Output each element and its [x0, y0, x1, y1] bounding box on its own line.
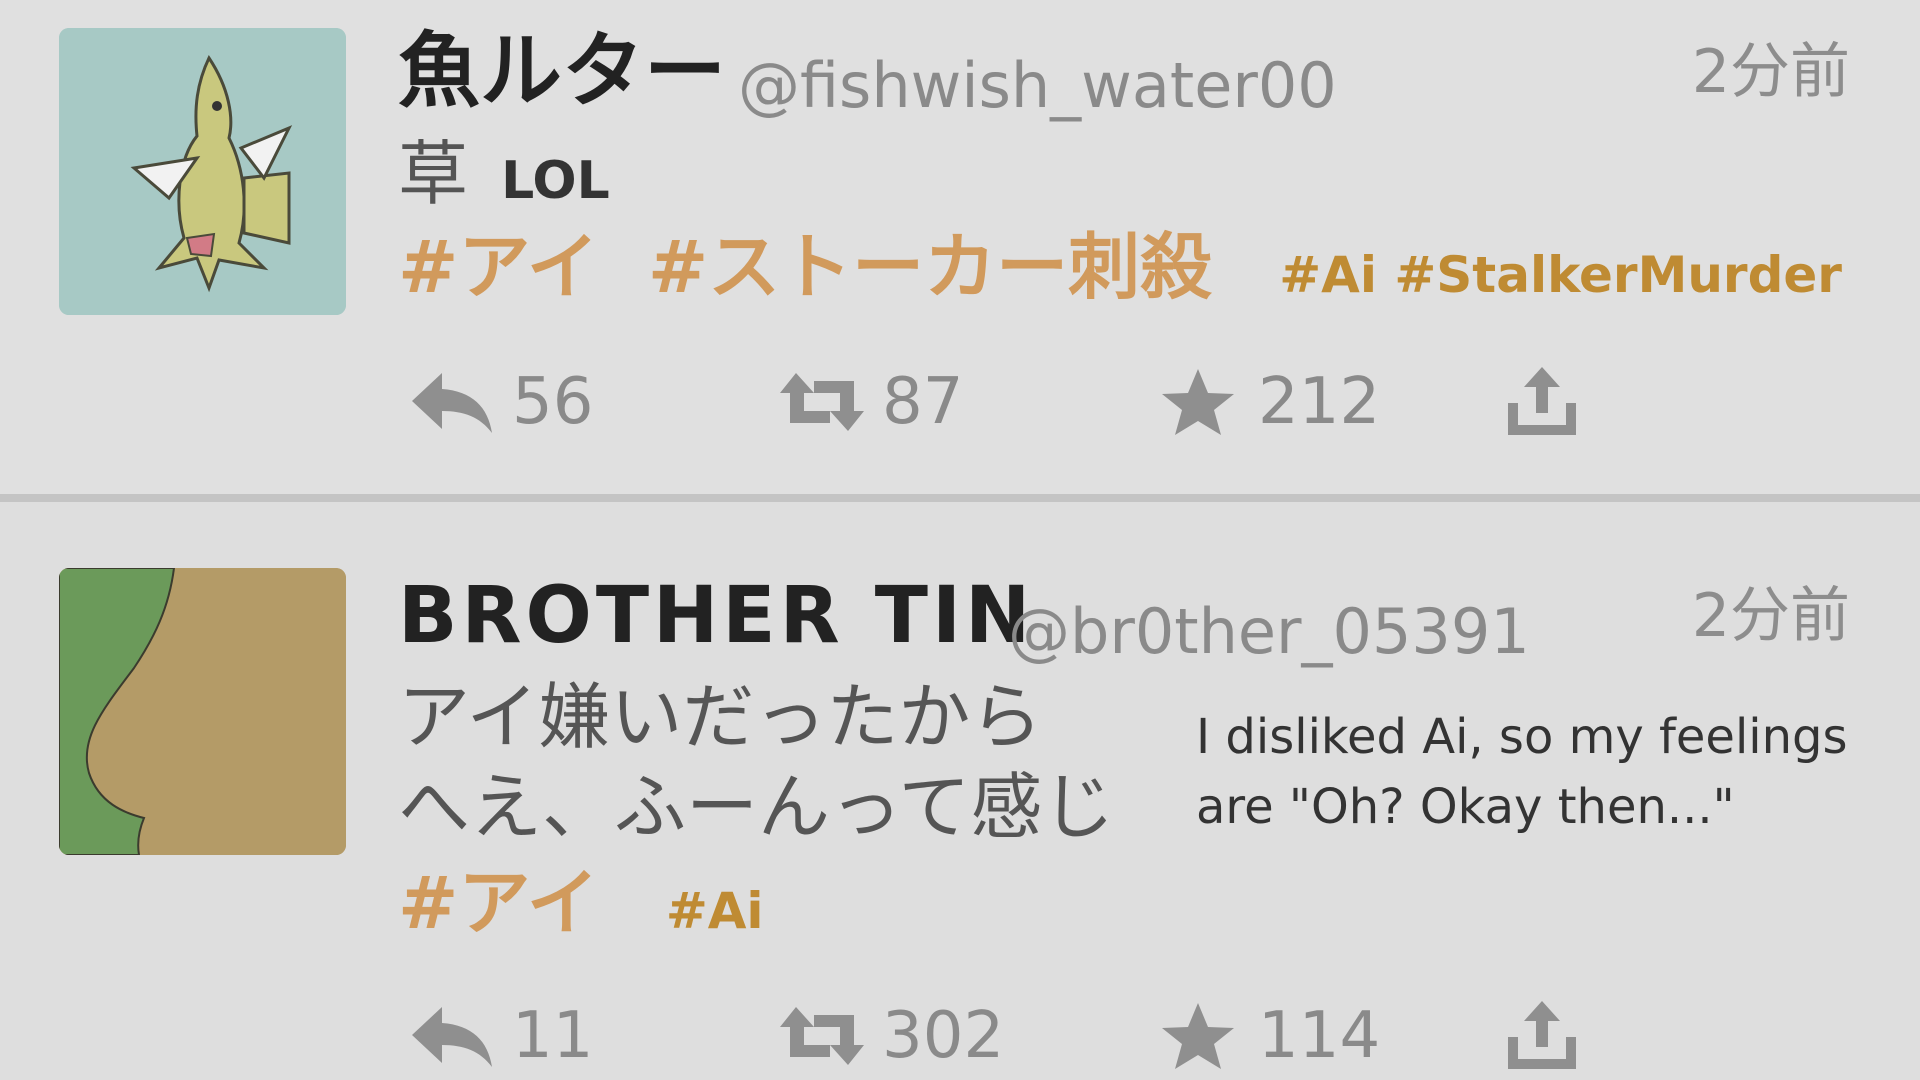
reply-count: 56: [512, 365, 594, 439]
tweet-actions: 56 87 212: [398, 352, 1920, 452]
retweet-icon: [780, 373, 864, 431]
retweet-button[interactable]: 87: [778, 352, 963, 452]
favorite-button[interactable]: 212: [1154, 352, 1380, 452]
avatar[interactable]: [59, 568, 346, 855]
nose-profile-avatar-icon: [59, 568, 346, 855]
share-upload-icon: [1508, 367, 1576, 435]
reply-button[interactable]: 56: [408, 352, 593, 452]
user-handle[interactable]: @br0ther_05391: [1008, 582, 1530, 682]
hashtag-translation: #Ai #StalkerMurder: [1279, 246, 1842, 304]
hashtag-row: #アイ #Ai: [398, 858, 764, 956]
reply-count: 11: [512, 999, 594, 1073]
tweet-header: BROTHER TIN @br0ther_05391 2分前: [398, 566, 1920, 668]
tweet-actions: 11 302 114: [398, 986, 1920, 1080]
retweet-button[interactable]: 302: [778, 986, 1004, 1080]
share-button[interactable]: [1498, 986, 1586, 1080]
share-button[interactable]: [1498, 352, 1586, 452]
tweet-translation: I disliked Ai, so my feelings are "Oh? O…: [1196, 702, 1848, 842]
hashtag-link[interactable]: #ストーカー刺殺: [648, 225, 1212, 309]
favorite-count: 114: [1258, 999, 1381, 1073]
display-name[interactable]: 魚ルター: [398, 22, 726, 122]
tweet-header: 魚ルター @fishwish_water00 2分前: [398, 22, 1920, 122]
tweet-text-line: へえ、ふーんって感じ: [398, 765, 1115, 849]
fish-avatar-icon: [59, 28, 346, 315]
tweet-text: 草 LOL: [398, 132, 610, 216]
display-name[interactable]: BROTHER TIN: [398, 566, 1034, 666]
tweet-text-translation: LOL: [501, 151, 610, 211]
hashtag-row: #アイ #ストーカー刺殺 #Ai #StalkerMurder: [398, 222, 1842, 320]
hashtag-link[interactable]: #アイ: [398, 225, 599, 309]
tweet-card[interactable]: BROTHER TIN @br0ther_05391 2分前 アイ嫌いだったから…: [0, 502, 1920, 1080]
timestamp[interactable]: 2分前: [1692, 566, 1850, 666]
tweet-feed: 魚ルター @fishwish_water00 2分前 草 LOL #アイ #スト…: [0, 0, 1920, 1080]
tweet-text-jp: 草: [398, 133, 468, 215]
hashtag-link[interactable]: #アイ: [398, 861, 599, 945]
share-upload-icon: [1508, 1001, 1576, 1069]
retweet-count: 302: [882, 999, 1005, 1073]
user-handle[interactable]: @fishwish_water00: [738, 36, 1337, 136]
star-icon: [1162, 369, 1234, 435]
reply-arrow-icon: [412, 1007, 492, 1067]
timestamp[interactable]: 2分前: [1692, 22, 1850, 122]
favorite-button[interactable]: 114: [1154, 986, 1380, 1080]
retweet-icon: [780, 1007, 864, 1065]
reply-arrow-icon: [412, 373, 492, 433]
favorite-count: 212: [1258, 365, 1381, 439]
translation-line: I disliked Ai, so my feelings: [1196, 709, 1848, 765]
tweet-card[interactable]: 魚ルター @fishwish_water00 2分前 草 LOL #アイ #スト…: [0, 0, 1920, 494]
tweet-text-line: アイ嫌いだったから: [398, 675, 1043, 759]
star-icon: [1162, 1003, 1234, 1069]
reply-button[interactable]: 11: [408, 986, 593, 1080]
hashtag-translation: #Ai: [665, 882, 764, 940]
tweet-divider: [0, 494, 1920, 502]
avatar[interactable]: [59, 28, 346, 315]
tweet-text: アイ嫌いだったから へえ、ふーんって感じ: [398, 672, 1114, 852]
retweet-count: 87: [882, 365, 964, 439]
translation-line: are "Oh? Okay then...": [1196, 779, 1735, 835]
